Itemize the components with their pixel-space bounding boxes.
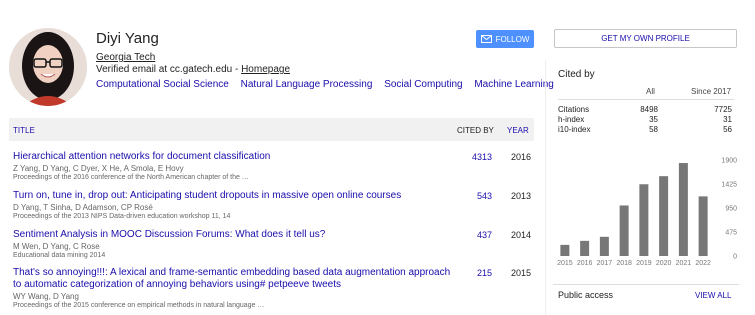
interest-link[interactable]: Natural Language Processing [241, 79, 373, 90]
follow-button[interactable]: FOLLOW [476, 30, 534, 48]
article-year: 2016 [511, 152, 532, 162]
metric-all: 58 [649, 125, 658, 134]
chart-bar-2016[interactable] [580, 240, 590, 256]
public-access-title: Public access [558, 290, 614, 300]
chart-y-tick-label: 0 [733, 254, 737, 261]
chart-x-tick-label: 2017 [597, 260, 613, 267]
article-title[interactable]: Hierarchical attention networks for docu… [13, 151, 453, 163]
article-authors: WY Wang, D Yang [13, 292, 79, 301]
metric-label[interactable]: Citations [558, 105, 589, 114]
email-text: Verified email at cc.gatech.edu - [96, 64, 242, 75]
cited-count[interactable]: 4313 [472, 152, 492, 162]
metric-all: 8498 [640, 105, 658, 114]
interest-link[interactable]: Social Computing [384, 79, 462, 90]
cited-count[interactable]: 215 [477, 268, 492, 278]
view-all-link[interactable]: VIEW ALL [695, 291, 731, 300]
metrics-row: i10-index 58 56 [558, 125, 734, 135]
article-year: 2014 [511, 230, 532, 240]
cited-count[interactable]: 437 [477, 230, 492, 240]
metric-all: 35 [649, 115, 658, 124]
metrics-header-since: Since 2017 [691, 87, 732, 96]
article-title[interactable]: That's so annoying!!!: A lexical and fra… [13, 267, 453, 291]
citations-per-year-chart: 2015 2016 2017 2018 2019 2020 2021 202219001425… [557, 158, 737, 268]
metrics-header-all: All [646, 87, 655, 96]
follow-label: FOLLOW [495, 34, 530, 44]
chart-bar-2021[interactable] [678, 163, 688, 256]
article-venue: Proceedings of the 2015 conference on em… [13, 302, 265, 309]
chart-x-tick-label: 2020 [656, 260, 672, 267]
article-title[interactable]: Turn on, tune in, drop out: Anticipating… [13, 190, 453, 202]
article-authors: M Wen, D Yang, C Rose [13, 242, 100, 251]
article-year: 2015 [511, 268, 532, 278]
article-authors: D Yang, T Sinha, D Adamson, CP Rosé [13, 203, 153, 212]
chart-x-tick-label: 2021 [676, 260, 692, 267]
articles-table-header: TITLE CITED BY YEAR [9, 118, 534, 141]
chart-y-tick-label: 950 [725, 206, 737, 213]
chart-bar-2015[interactable] [560, 244, 570, 256]
chart-y-tick-label: 1425 [721, 182, 737, 189]
article-year: 2013 [511, 191, 532, 201]
sort-by-title[interactable]: TITLE [13, 126, 35, 135]
chart-x-tick-label: 2016 [577, 260, 593, 267]
get-my-own-profile-button[interactable]: GET MY OWN PROFILE [554, 29, 737, 48]
sort-by-cited[interactable]: CITED BY [457, 126, 494, 135]
article-authors: Z Yang, D Yang, C Dyer, X He, A Smola, E… [13, 164, 184, 173]
homepage-link[interactable]: Homepage [241, 64, 290, 75]
public-access-divider [553, 284, 739, 285]
interest-link[interactable]: Machine Learning [474, 79, 554, 90]
chart-bar-2020[interactable] [659, 176, 669, 256]
article-title[interactable]: Sentiment Analysis in MOOC Discussion Fo… [13, 229, 453, 241]
chart-bar-2022[interactable] [698, 196, 708, 256]
metrics-divider [558, 99, 734, 100]
article-venue: Educational data mining 2014 [13, 252, 106, 259]
metric-label[interactable]: h-index [558, 115, 584, 124]
metrics-row: h-index 35 31 [558, 115, 734, 125]
metrics-row: Citations 8498 7725 [558, 105, 734, 115]
verified-email: Verified email at cc.gatech.edu - Homepa… [96, 64, 290, 75]
chart-x-tick-label: 2015 [557, 260, 573, 267]
metric-since: 56 [723, 125, 732, 134]
research-interests: Computational Social Science Natural Lan… [96, 79, 563, 90]
chart-bar-2019[interactable] [639, 184, 649, 256]
chart-x-tick-label: 2022 [695, 260, 711, 267]
chart-bar-2017[interactable] [599, 236, 609, 256]
chart-x-tick-label: 2018 [616, 260, 632, 267]
profile-name: Diyi Yang [96, 30, 159, 47]
metric-since: 7725 [714, 105, 732, 114]
article-venue: Proceedings of the 2013 NIPS Data-driven… [13, 213, 231, 220]
envelope-icon [480, 35, 492, 43]
affiliation-link[interactable]: Georgia Tech [96, 52, 155, 63]
avatar [9, 28, 87, 106]
article-venue: Proceedings of the 2016 conference of th… [13, 174, 249, 181]
sort-by-year[interactable]: YEAR [507, 126, 529, 135]
chart-y-tick-label: 475 [725, 230, 737, 237]
cited-by-title: Cited by [558, 69, 595, 80]
metric-label[interactable]: i10-index [558, 125, 590, 134]
avatar-image [9, 28, 87, 106]
cited-count[interactable]: 543 [477, 191, 492, 201]
chart-y-tick-label: 1900 [721, 158, 737, 165]
chart-x-tick-label: 2019 [636, 260, 652, 267]
interest-link[interactable]: Computational Social Science [96, 79, 229, 90]
chart-bar-2018[interactable] [619, 205, 629, 256]
metric-since: 31 [723, 115, 732, 124]
